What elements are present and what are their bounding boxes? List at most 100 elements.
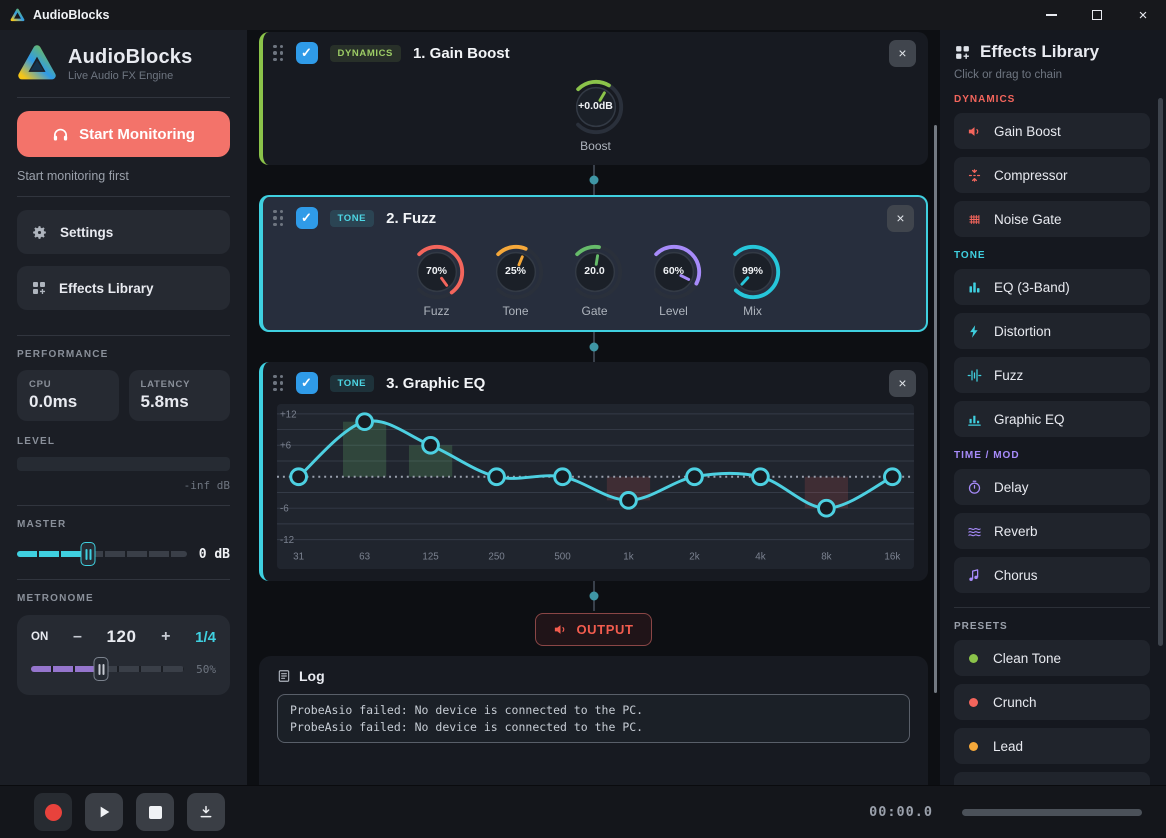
preset-dot (969, 653, 978, 663)
output-button[interactable]: OUTPUT (535, 613, 652, 647)
preset-dot (969, 697, 978, 707)
library-item-label: Chorus (994, 567, 1038, 583)
library-scrollbar[interactable] (1158, 98, 1163, 646)
bpm-increase-button[interactable]: + (155, 628, 176, 646)
knob-mix[interactable]: 99% Mix (722, 241, 784, 318)
log-line: ProbeAsio failed: No device is connected… (290, 703, 644, 718)
library-item-compressor[interactable]: Compressor (954, 157, 1150, 193)
svg-text:+12: +12 (280, 409, 297, 420)
knob-level[interactable]: 60% Level (643, 241, 705, 318)
effect-block-graphic-eq: ✓ TONE 3. Graphic EQ × +12 +6 -6 -12 31 63 125… (259, 362, 928, 582)
knob-gate[interactable]: 20.0 Gate (564, 241, 626, 318)
metronome-on-toggle[interactable]: ON (31, 631, 48, 643)
library-item-label: EQ (3-Band) (994, 279, 1070, 295)
log-title: Log (299, 668, 325, 685)
play-icon (100, 806, 110, 818)
preset-label: Clean Tone (993, 650, 1062, 666)
svg-text:63: 63 (359, 551, 370, 562)
divider (17, 505, 230, 506)
library-item-distortion[interactable]: Distortion (954, 313, 1150, 349)
preset-item-lead[interactable]: Lead (954, 728, 1150, 764)
record-button[interactable] (34, 793, 72, 831)
section-label-dynamics: DYNAMICS (954, 94, 1016, 105)
enable-checkbox[interactable]: ✓ (295, 372, 318, 394)
effects-library-panel: Effects Library Click or drag to chain D… (940, 30, 1166, 785)
divider (17, 97, 230, 98)
eq-curve-chart[interactable]: +12 +6 -6 -12 31 63 125 250 500 1k 2k 4k 8k 16k (263, 404, 928, 581)
knob-label: Gate (581, 304, 608, 318)
library-item-chorus[interactable]: Chorus (954, 557, 1150, 593)
knob-value: 99% (741, 265, 763, 277)
master-slider-track[interactable] (17, 551, 187, 557)
start-monitoring-label: Start Monitoring (79, 125, 195, 143)
preset-item-ambient[interactable]: Ambient (954, 772, 1150, 785)
svg-text:125: 125 (422, 551, 439, 562)
record-icon (44, 803, 62, 821)
left-sidebar: AudioBlocks Live Audio FX Engine Start M… (0, 30, 247, 785)
noise-gate-icon (966, 211, 982, 227)
latency-label: LATENCY (140, 379, 191, 390)
chain-connector (259, 581, 928, 611)
knob-fuzz[interactable]: 70% Fuzz (406, 241, 468, 318)
close-window-button[interactable]: × (1120, 0, 1166, 30)
stop-button[interactable] (136, 793, 174, 831)
sidebar-item-effects-library[interactable]: Effects Library (17, 266, 230, 310)
preset-item-clean-tone[interactable]: Clean Tone (954, 640, 1150, 676)
remove-block-button[interactable]: × (889, 39, 916, 67)
play-button[interactable] (85, 793, 123, 831)
knob-tone[interactable]: 25% Tone (485, 241, 547, 318)
remove-block-button[interactable]: × (889, 369, 916, 397)
library-item-eq-3-band[interactable]: EQ (3-Band) (954, 269, 1150, 305)
chain-connector (259, 165, 928, 195)
preset-label: Ambient (993, 783, 1043, 786)
svg-text:250: 250 (488, 551, 505, 562)
metronome-label: METRONOME (17, 593, 94, 604)
preset-item-crunch[interactable]: Crunch (954, 684, 1150, 720)
knob-value: 20.0 (584, 265, 605, 277)
knob-boost[interactable]: +0.0dB Boost (565, 76, 627, 153)
drag-handle[interactable] (273, 209, 284, 227)
compressor-icon (966, 167, 982, 183)
main-scrollbar[interactable] (934, 125, 937, 693)
library-item-gain-boost[interactable]: Gain Boost (954, 113, 1150, 149)
knob-value: 70% (425, 265, 447, 277)
playback-progress-bar[interactable] (962, 808, 1142, 816)
minimize-button[interactable] (1028, 0, 1074, 30)
svg-text:8k: 8k (821, 551, 831, 562)
remove-block-button[interactable]: × (887, 204, 914, 232)
master-slider-thumb[interactable] (80, 542, 96, 566)
master-slider[interactable] (17, 542, 187, 566)
effect-block-gain-boost: ✓ DYNAMICS 1. Gain Boost × +0.0dB Boost (259, 32, 928, 165)
library-item-delay[interactable]: Delay (954, 469, 1150, 505)
maximize-button[interactable] (1074, 0, 1120, 30)
library-item-label: Graphic EQ (994, 411, 1065, 427)
sidebar-item-settings[interactable]: Settings (17, 210, 230, 254)
export-button[interactable] (187, 793, 225, 831)
speaker-icon (555, 625, 565, 635)
enable-checkbox[interactable]: ✓ (295, 42, 318, 64)
time-signature[interactable]: 1/4 (195, 629, 216, 646)
window-title: AudioBlocks (33, 8, 110, 22)
drag-handle[interactable] (273, 44, 284, 62)
connector-dot (589, 175, 598, 185)
metronome-card: ON – 120 + 1/4 50% (17, 615, 230, 695)
brand-subtitle: Live Audio FX Engine (68, 70, 174, 82)
drag-handle[interactable] (273, 374, 284, 392)
library-item-fuzz[interactable]: Fuzz (954, 357, 1150, 393)
library-item-graphic-eq[interactable]: Graphic EQ (954, 401, 1150, 437)
start-monitoring-button[interactable]: Start Monitoring (17, 111, 230, 157)
svg-text:16k: 16k (884, 551, 900, 562)
speaker-icon (966, 123, 982, 139)
library-item-reverb[interactable]: Reverb (954, 513, 1150, 549)
library-item-noise-gate[interactable]: Noise Gate (954, 201, 1150, 237)
metronome-volume-thumb[interactable] (93, 657, 109, 681)
timer-icon (966, 479, 982, 495)
app-logo (18, 45, 56, 80)
cpu-value: 0.0ms (29, 392, 78, 411)
time-display: 00:00.0 (869, 804, 933, 820)
metronome-volume-slider[interactable] (31, 657, 185, 681)
enable-checkbox[interactable]: ✓ (295, 207, 318, 229)
chain-connector (259, 332, 928, 362)
bpm-decrease-button[interactable]: – (67, 628, 88, 646)
library-item-label: Compressor (994, 167, 1068, 183)
